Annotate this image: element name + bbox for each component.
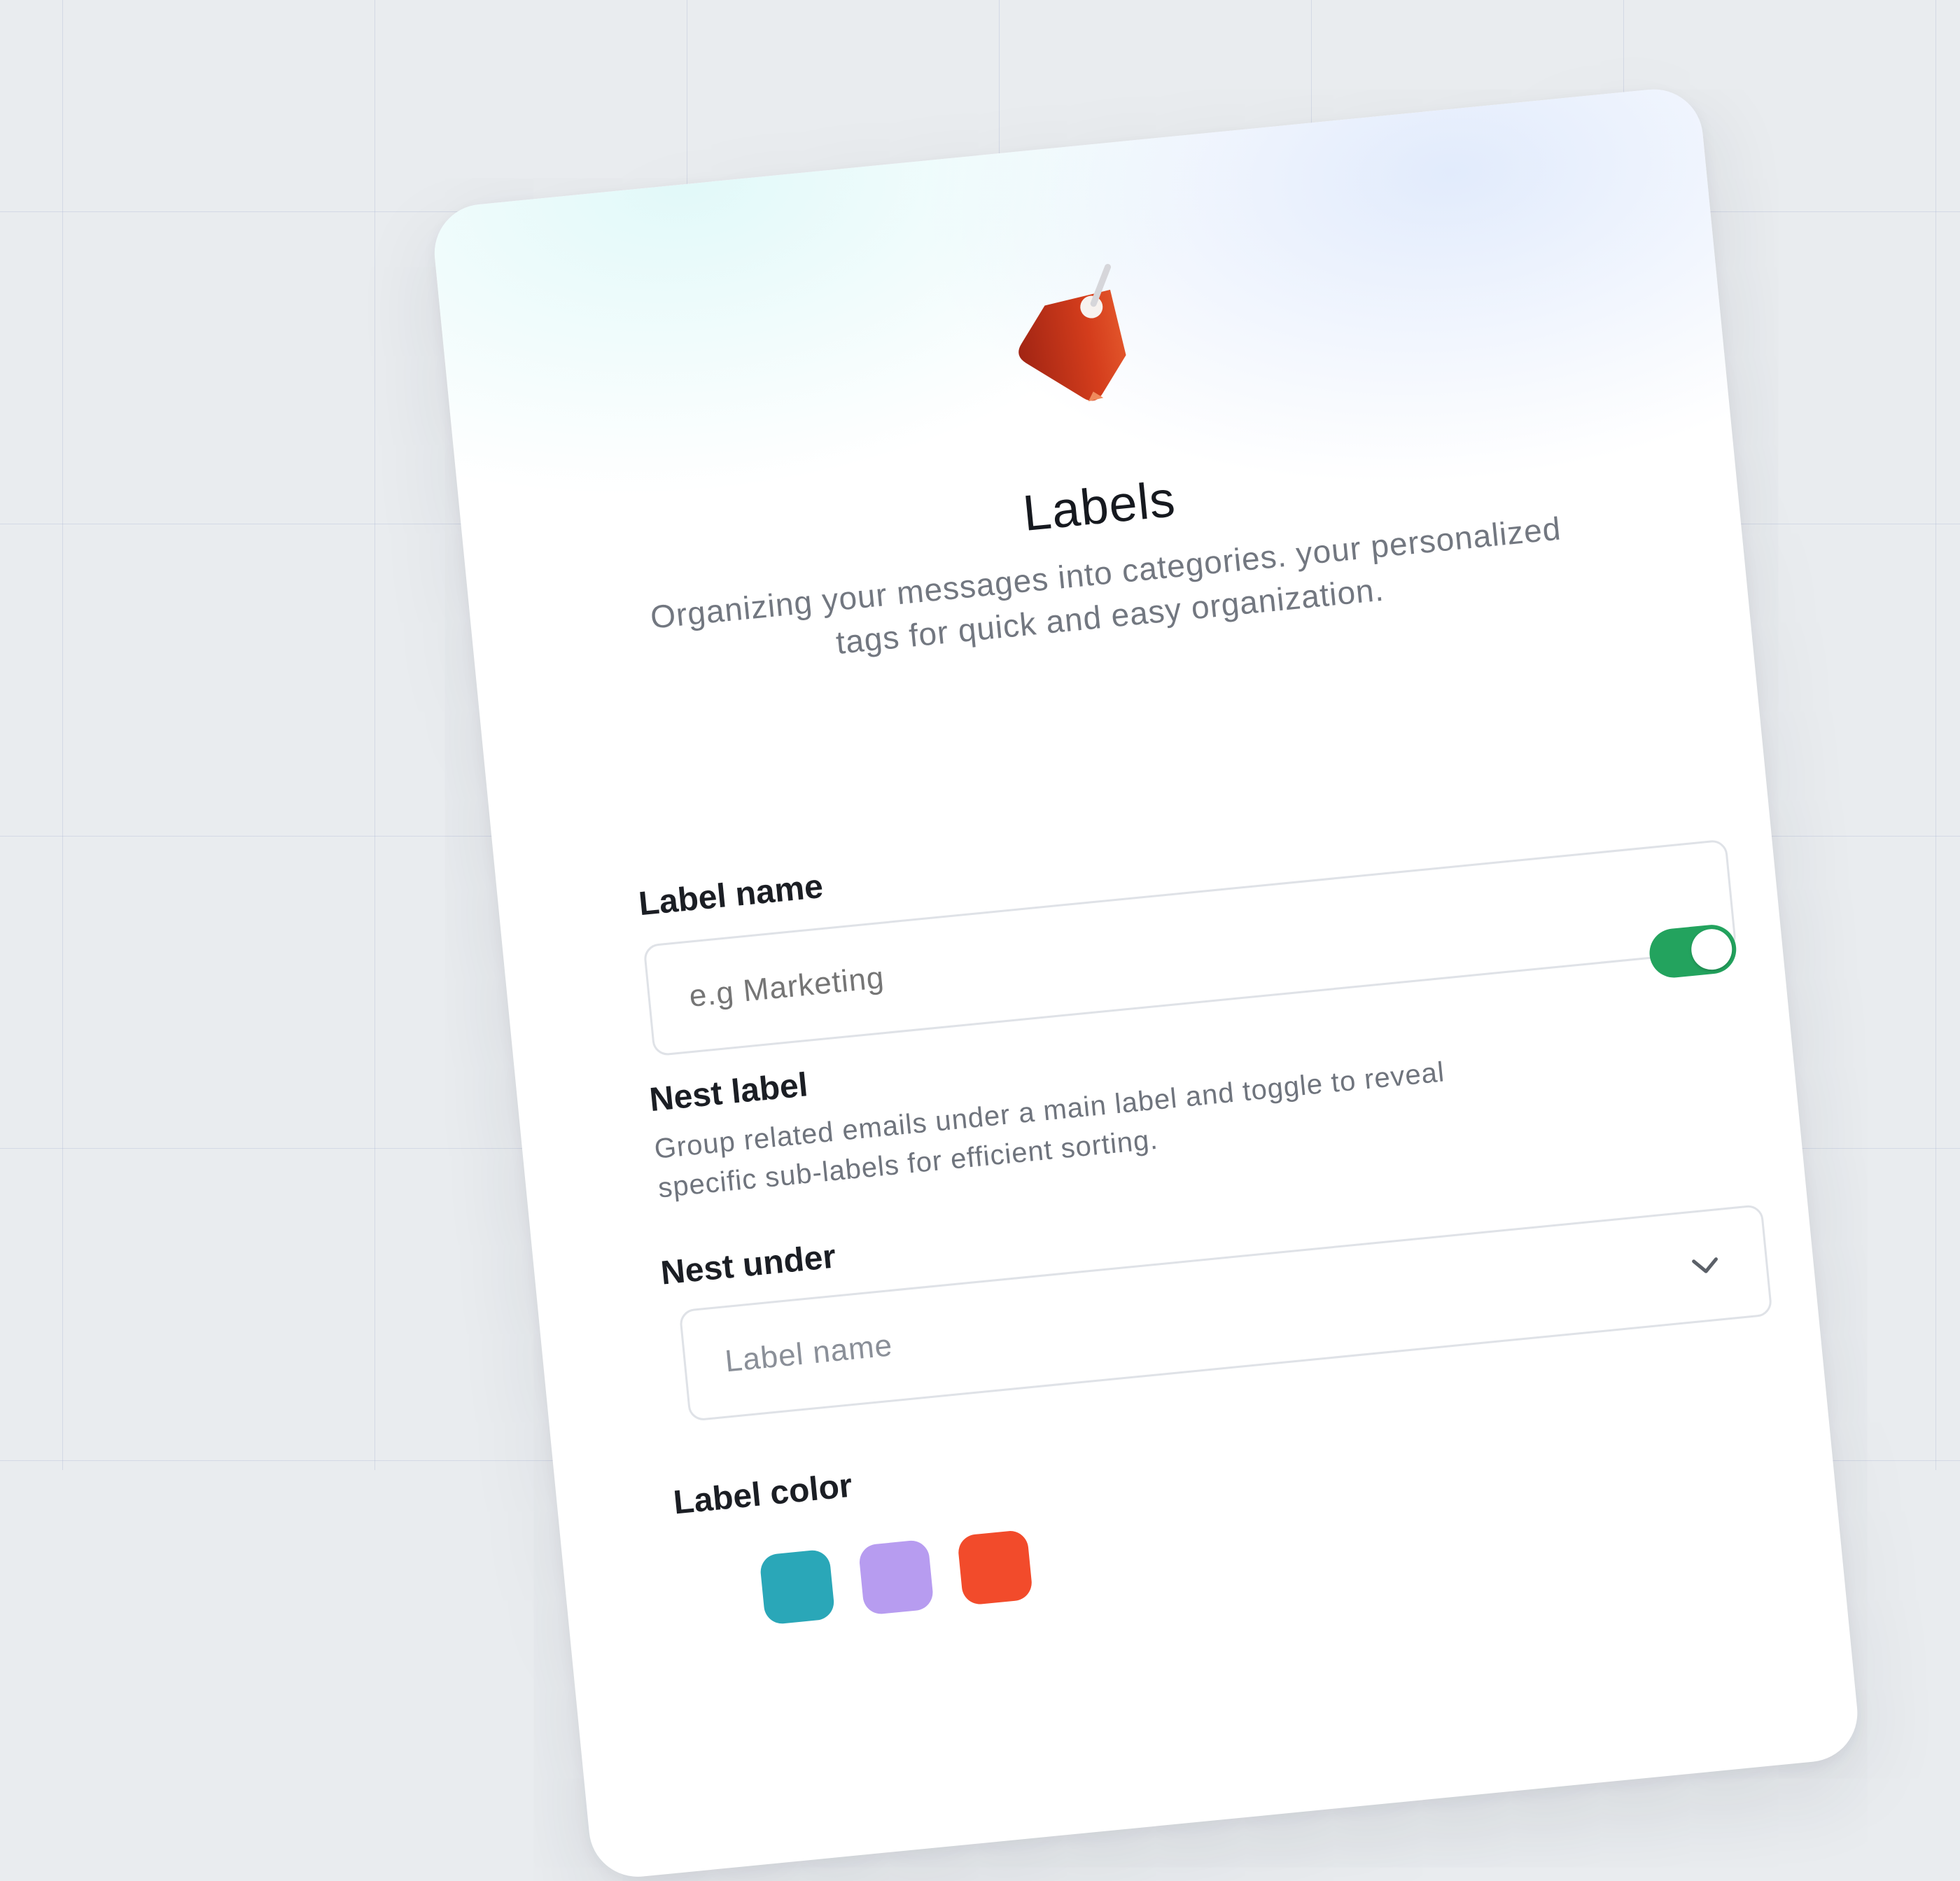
nest-under-select[interactable]: Label name bbox=[679, 1204, 1773, 1422]
chevron-down-icon bbox=[1683, 1243, 1729, 1289]
label-color-label: Label color bbox=[672, 1467, 854, 1523]
nest-label-heading: Nest label bbox=[648, 1065, 809, 1119]
color-swatch-purple[interactable] bbox=[858, 1539, 934, 1616]
nest-under-placeholder: Label name bbox=[724, 1328, 895, 1379]
color-swatch-red[interactable] bbox=[957, 1530, 1033, 1606]
labels-dialog: Labels Organizing your messages into cat… bbox=[430, 85, 1862, 1881]
color-swatches bbox=[759, 1530, 1033, 1625]
label-name-label: Label name bbox=[637, 867, 825, 924]
tag-icon bbox=[990, 244, 1174, 427]
nest-under-label: Nest under bbox=[659, 1238, 838, 1293]
toggle-knob bbox=[1690, 927, 1734, 971]
color-swatch-teal[interactable] bbox=[759, 1548, 835, 1625]
